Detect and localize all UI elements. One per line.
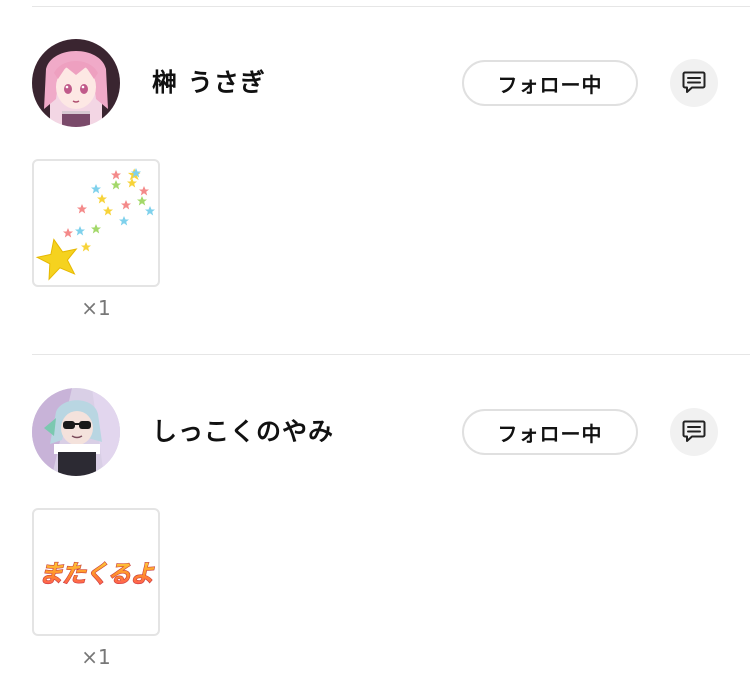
avatar-sunglasses-character-icon[interactable]	[32, 388, 120, 476]
avatar-pink-hair-girl-icon[interactable]	[32, 39, 120, 127]
user-name[interactable]: しっこくのやみ	[152, 416, 334, 448]
user-name[interactable]: 榊 うさぎ	[152, 67, 266, 99]
sticker-text: またくるよ	[39, 560, 156, 588]
supporter-item: 榊 うさぎ フォロー中 ×1	[0, 0, 750, 330]
gift-card[interactable]	[32, 159, 160, 287]
message-button[interactable]	[670, 408, 718, 456]
message-icon	[681, 418, 707, 447]
gift-card[interactable]: またくるよ	[32, 508, 160, 636]
following-button[interactable]: フォロー中	[462, 60, 638, 106]
message-button[interactable]	[670, 59, 718, 107]
supporter-item: しっこくのやみ フォロー中 またくるよ ×1	[0, 349, 750, 679]
matakuruyo-text-sticker-icon: またくるよ	[34, 510, 158, 634]
message-icon	[681, 69, 707, 98]
shooting-stars-icon	[34, 161, 158, 285]
gift-count: ×1	[81, 645, 111, 669]
following-button[interactable]: フォロー中	[462, 409, 638, 455]
gift-count: ×1	[81, 296, 111, 320]
